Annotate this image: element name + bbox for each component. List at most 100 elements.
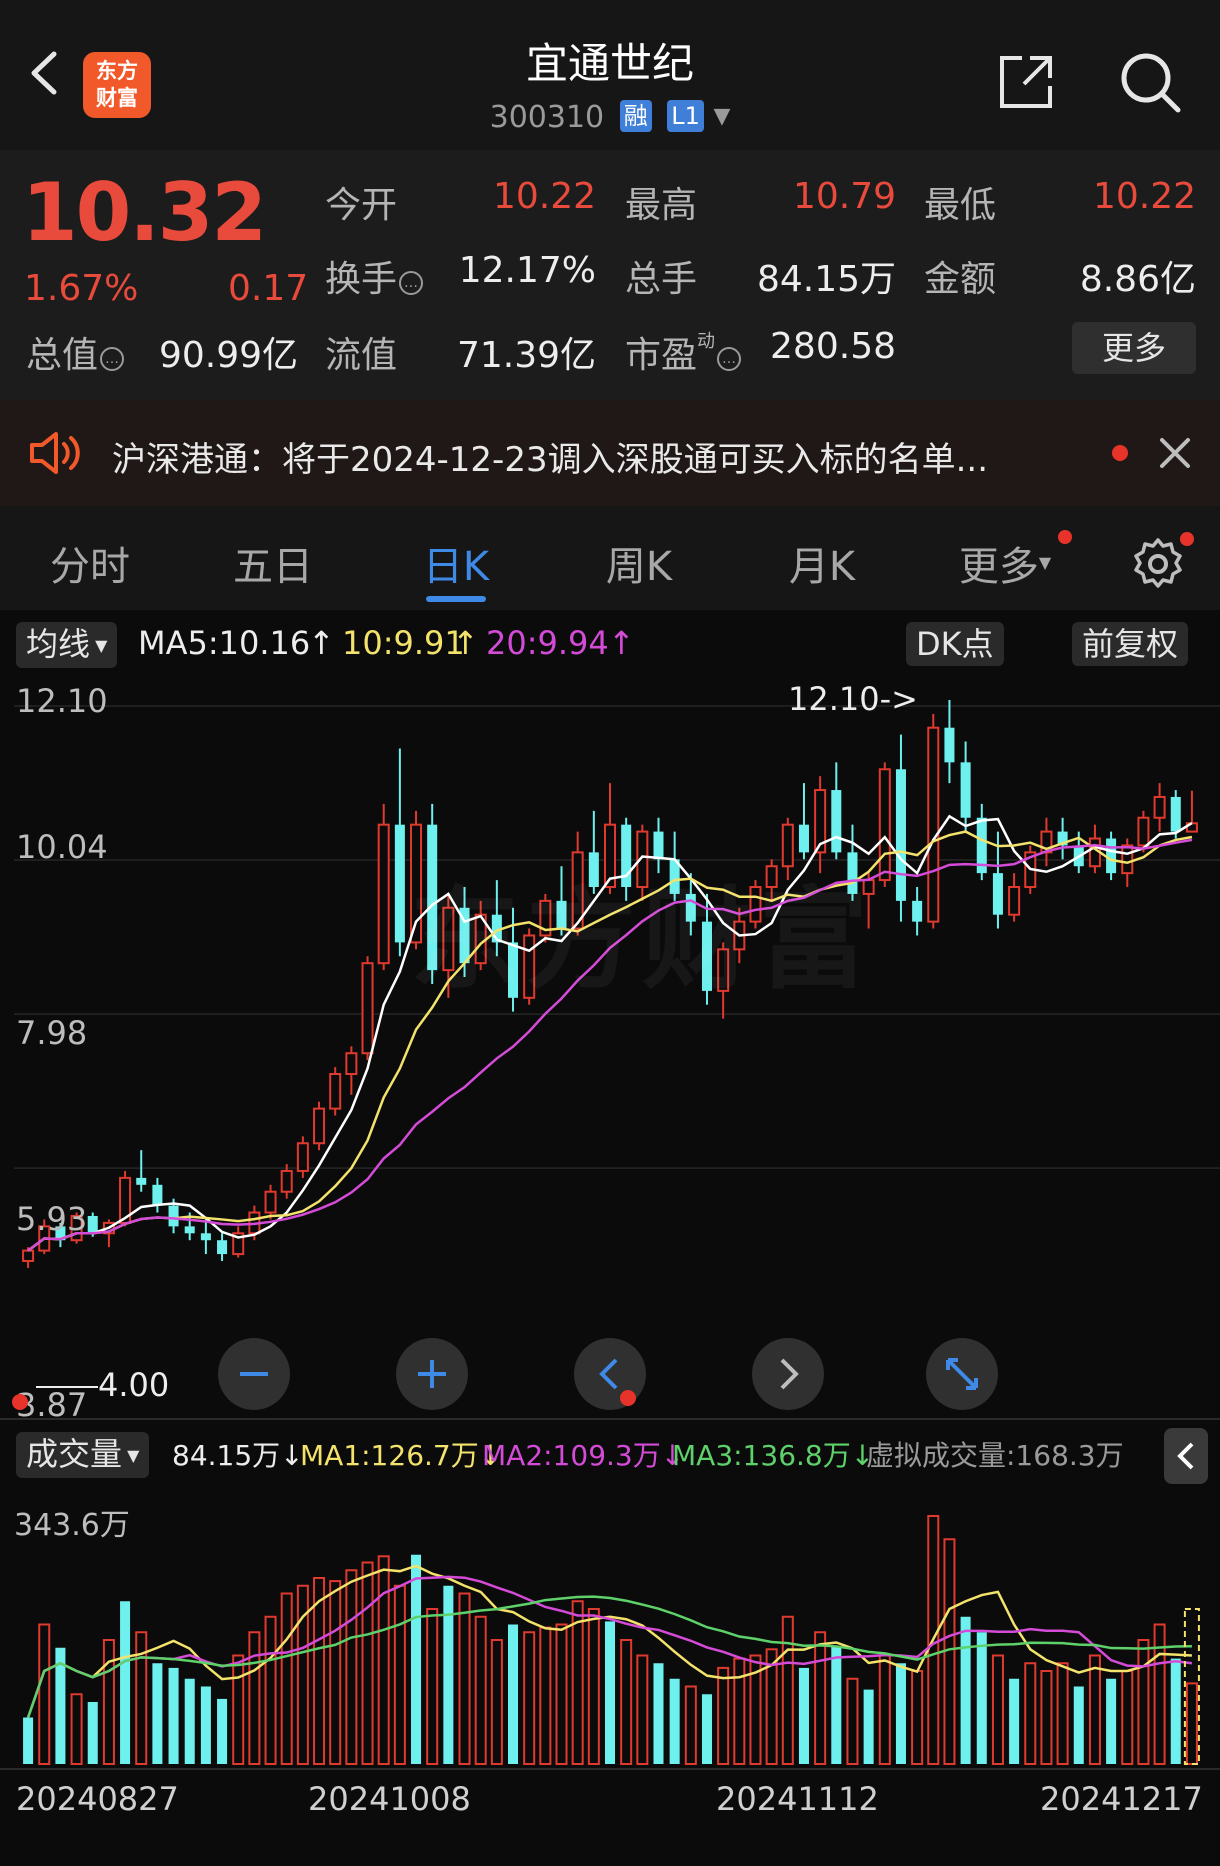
candle-body: [329, 1072, 342, 1110]
settings-gear-icon[interactable]: [1130, 536, 1186, 592]
info-icon: …: [717, 347, 742, 371]
scroll-right-button[interactable]: [752, 1338, 824, 1410]
volume-bar: [571, 1600, 584, 1765]
volume-bar: [120, 1601, 131, 1764]
volume-bar: [102, 1639, 115, 1765]
volume-bar: [280, 1592, 293, 1765]
volume-bar: [345, 1569, 358, 1765]
stock-code: 300310: [489, 100, 605, 135]
volume-bar: [329, 1580, 342, 1765]
change-percent: 1.67%: [24, 268, 139, 309]
header-bar: 东方财富 宜通世纪 300310 融 L1 ▼: [0, 0, 1220, 150]
candle-body: [1170, 796, 1181, 832]
candle-body: [394, 824, 405, 943]
x-axis-label: 20241112: [716, 1780, 879, 1818]
change-amount: 0.17: [228, 268, 309, 309]
high-label: 最高: [625, 185, 698, 226]
collapse-panel-button[interactable]: [1164, 1428, 1208, 1484]
amount-value: 8.86亿: [1079, 259, 1196, 300]
volume-bar: [200, 1686, 211, 1764]
vol-ma1-legend: MA1:126.7万↓: [300, 1439, 503, 1472]
volume-plot[interactable]: [14, 1486, 1220, 1766]
pe-label[interactable]: 市盈动…: [625, 326, 742, 378]
ma20-up-arrow: ↑: [608, 624, 635, 662]
volume-bar: [411, 1554, 422, 1764]
candle-body: [1008, 885, 1021, 916]
share-icon[interactable]: [996, 52, 1056, 112]
candle-body: [184, 1226, 195, 1234]
volume-bar: [232, 1654, 245, 1765]
tab-monthly-k[interactable]: 月K: [742, 534, 902, 592]
volume-bar: [1024, 1662, 1037, 1765]
fullscreen-button[interactable]: [926, 1338, 998, 1410]
volume-bar: [684, 1685, 697, 1765]
tab-daily-k[interactable]: 日K: [376, 534, 536, 592]
zoom-out-button[interactable]: [218, 1338, 290, 1410]
open-label: 今开: [325, 185, 398, 226]
volume-bar: [798, 1667, 809, 1764]
candle-body: [944, 727, 955, 763]
tab-weekly-k[interactable]: 周K: [559, 534, 719, 592]
volume-bar: [653, 1663, 664, 1764]
candle-body: [878, 768, 891, 882]
x-axis-label: 20241217: [1040, 1780, 1203, 1818]
volume-bar: [361, 1561, 374, 1765]
volume-bar: [991, 1654, 1004, 1765]
low-value: 10.22: [1092, 176, 1196, 217]
volume-bar: [733, 1657, 746, 1766]
speaker-icon: [28, 430, 84, 476]
pe-value: 280.58: [770, 326, 896, 367]
volume-bar: [458, 1592, 471, 1765]
volume-bar: [38, 1623, 51, 1765]
volume-bar: [960, 1616, 971, 1764]
tab-intraday[interactable]: 分时: [10, 534, 170, 592]
volume-label: 总手: [625, 259, 698, 300]
market-cap-label[interactable]: 总值…: [26, 326, 125, 378]
candle-body: [912, 900, 923, 922]
volume-bar: [168, 1667, 179, 1764]
min-marker-line: [36, 1386, 98, 1388]
kline-chart-area[interactable]: 均线 ▼ MA5:10.16 ↑ 10:9.91 ↑ 20:9.94 ↑ DK点…: [0, 610, 1220, 1866]
candle-body: [798, 824, 809, 853]
volume-bar: [846, 1677, 859, 1765]
volume-bar: [426, 1608, 439, 1765]
volume-selector[interactable]: 成交量 ▼: [16, 1432, 150, 1478]
close-icon[interactable]: [1158, 436, 1192, 470]
search-icon[interactable]: [1118, 50, 1184, 116]
amount-label: 金额: [924, 259, 997, 300]
dropdown-triangle-icon: ▼: [90, 636, 108, 655]
notice-bar[interactable]: 沪深港通：将于2024-12-23调入深股通可买入标的名单...: [0, 400, 1220, 506]
virtual-volume: 虚拟成交量:168.3万: [866, 1439, 1124, 1472]
ma-selector[interactable]: 均线 ▼: [16, 622, 118, 668]
volume-bar: [1153, 1623, 1166, 1765]
dropdown-triangle-icon: ▼: [1038, 553, 1052, 572]
candle-body: [831, 790, 842, 853]
candle-body: [345, 1052, 358, 1075]
notice-text: 沪深港通：将于2024-12-23调入深股通可买入标的名单...: [112, 440, 989, 480]
zoom-in-button[interactable]: [396, 1338, 468, 1410]
tab-five-day[interactable]: 五日: [193, 534, 353, 592]
settings-dot: [1180, 532, 1194, 546]
open-value: 10.22: [492, 176, 596, 217]
volume-bar: [669, 1678, 680, 1764]
volume-bar: [184, 1678, 195, 1764]
adjust-button[interactable]: 前复权: [1072, 622, 1189, 666]
start-dot: [12, 1394, 28, 1410]
more-quote-button[interactable]: 更多: [1072, 322, 1196, 374]
volume-bar: [152, 1663, 163, 1764]
active-tab-underline: [426, 596, 486, 602]
candle-body: [992, 873, 1003, 915]
volume-bar: [264, 1615, 277, 1765]
dk-point-button[interactable]: DK点: [906, 622, 1004, 666]
candle-body: [152, 1184, 163, 1206]
candle-body: [313, 1107, 326, 1145]
volume-bar: [863, 1689, 874, 1764]
tab-more-dot: [1058, 530, 1072, 544]
turnover-label[interactable]: 换手…: [325, 250, 424, 302]
volume-bar: [620, 1639, 633, 1765]
volume-bar: [555, 1623, 568, 1765]
volume-bar: [701, 1694, 712, 1764]
pe-dynamic-sup: 动: [697, 331, 716, 352]
ma5-legend: MA5:10.16: [138, 624, 311, 662]
volume-bar: [636, 1654, 649, 1765]
